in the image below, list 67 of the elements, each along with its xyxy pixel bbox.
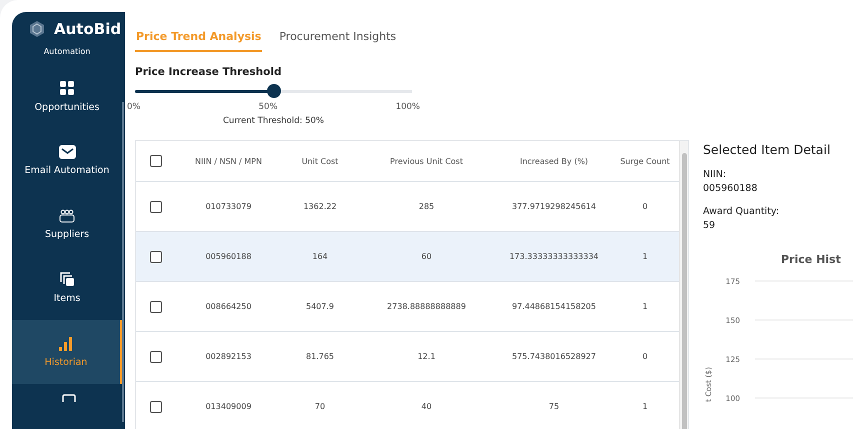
scrollbar-thumb[interactable] <box>682 153 686 429</box>
details-title: Selected Item Detail <box>703 142 832 157</box>
logo-icon <box>28 20 46 38</box>
table-cell-text: 575.7438016528927 <box>511 352 597 361</box>
table-cell-text: 40 <box>420 402 433 411</box>
table-cell-text: 0 <box>641 352 649 361</box>
sidebar-item[interactable]: Items <box>12 256 122 320</box>
table-cell-text: 1 <box>641 252 649 261</box>
table-cell-text: 1 <box>641 302 649 311</box>
table-row[interactable]: 005960188 164 60 173.33333333333334 1 <box>136 232 679 282</box>
field-label: NIIN: <box>703 169 728 180</box>
sidebar-item[interactable]: Automation <box>12 38 122 64</box>
sidebar-item[interactable]: Suppliers <box>12 192 122 256</box>
table-cell-text: 164 <box>311 252 329 261</box>
table-cell-text: 002892153 <box>204 352 252 361</box>
field-value: 005960188 <box>703 183 758 194</box>
table-cell-text: 013409009 <box>204 402 252 411</box>
sidebar-item[interactable]: Opportunities <box>12 64 122 128</box>
table-cell-text: 010733079 <box>204 202 252 211</box>
table-cell-text: 2738.88888888889 <box>386 302 467 311</box>
checkbox[interactable] <box>150 250 162 262</box>
table-cell-text: 005960188 <box>204 252 252 261</box>
table-cell-text: 97.44868154158205 <box>511 302 597 311</box>
threshold-reading: Current Threshold: 50% <box>223 116 324 126</box>
slider-mark: 50% <box>258 102 278 112</box>
threshold-title: Price Increase Threshold <box>135 66 282 78</box>
scrollbar[interactable] <box>679 141 688 429</box>
checkbox[interactable] <box>150 200 162 212</box>
column-header: NIIN / NSN / MPN <box>194 156 263 166</box>
chart-title: Price Hist <box>781 253 842 266</box>
table-cell-text: 0 <box>641 202 649 211</box>
grid-icon <box>59 80 75 96</box>
table-cell-text: 5407.9 <box>305 302 335 311</box>
field-value: 59 <box>703 220 716 231</box>
people-icon <box>59 208 75 222</box>
table-cell-text: 75 <box>548 402 560 411</box>
column-header: Unit Cost <box>300 156 340 166</box>
column-header: Surge Count <box>619 156 671 166</box>
table-cell-text: 81.765 <box>305 352 335 361</box>
slider-mark: 0% <box>127 102 140 112</box>
sidebar-item[interactable]: Email Automation <box>12 128 122 192</box>
sidebar-item[interactable]: Historian <box>12 320 122 384</box>
mail-icon <box>58 144 76 158</box>
table-cell-text: 70 <box>314 402 326 411</box>
tab[interactable]: Procurement Insights <box>278 28 398 52</box>
brand-name: AutoBid <box>54 20 122 38</box>
slider-thumb[interactable] <box>266 84 280 98</box>
checkbox[interactable] <box>150 155 162 167</box>
checkbox[interactable] <box>150 300 162 312</box>
table-cell-text: 60 <box>420 252 433 261</box>
table-cell-text: 1362.22 <box>302 202 338 211</box>
slider-mark: 100% <box>396 102 420 112</box>
checkbox[interactable] <box>150 350 162 362</box>
column-header: Increased By (%) <box>518 156 590 166</box>
table-cell-text: 008664250 <box>204 302 252 311</box>
table-cell-text: 285 <box>418 202 436 211</box>
monitor-icon <box>62 394 76 402</box>
table-cell-text: 12.1 <box>416 352 436 361</box>
bar-chart-icon <box>59 336 73 350</box>
field-label: Award Quantity: <box>703 206 780 217</box>
table-cell-text: 1 <box>641 402 649 411</box>
scrollbar[interactable] <box>122 102 124 422</box>
table-cell-text: 377.9719298245614 <box>511 202 597 211</box>
column-header: Previous Unit Cost <box>389 156 464 166</box>
table-cell-text: 173.33333333333334 <box>508 252 600 261</box>
checkbox[interactable] <box>150 400 162 412</box>
copy-icon <box>60 272 74 287</box>
